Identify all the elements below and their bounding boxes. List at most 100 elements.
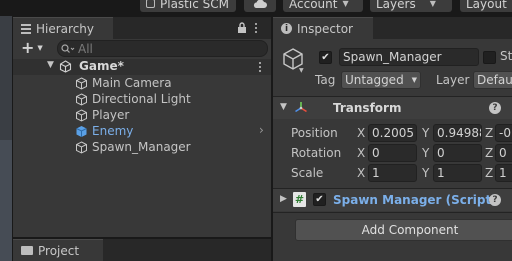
axis-z-label: Z [485, 146, 494, 160]
scale-y-field[interactable]: 1 [433, 164, 482, 182]
add-label: + [21, 38, 35, 57]
layers-dropdown[interactable]: Layers ▼ [370, 0, 452, 12]
scale-x-field[interactable]: 1 [368, 164, 417, 182]
scale-z-value: 1 [499, 166, 507, 180]
axis-x-label: X [357, 146, 366, 160]
rotation-z-field[interactable]: 0 [495, 144, 512, 162]
search-placeholder: All [78, 41, 93, 56]
list-item[interactable]: Player [13, 107, 283, 123]
scale-x-value: 1 [372, 166, 380, 180]
hierarchy-icon [21, 23, 31, 34]
script-enabled-checkbox[interactable]: ✔ [313, 193, 326, 206]
prefab-cube-icon [74, 124, 88, 138]
position-z-value: -0 [499, 126, 511, 140]
rotation-x-field[interactable]: 0 [368, 144, 417, 162]
axis-y-label: Y [422, 166, 430, 180]
gameobject-cube-icon [74, 108, 88, 122]
unity-scene-icon [59, 60, 72, 76]
project-tabbar: Project [13, 239, 271, 261]
position-x-field[interactable]: 0.2005 [368, 124, 417, 142]
plastic-scm-button[interactable]: Plastic SCM [140, 0, 236, 12]
position-z-field[interactable]: -0 [495, 124, 512, 142]
axis-z-label: Z [485, 166, 494, 180]
more-options-icon[interactable] [253, 23, 259, 33]
cloud-button[interactable] [244, 0, 276, 12]
static-label: St [500, 49, 512, 63]
list-item-label: Enemy [92, 124, 134, 138]
gameobject-cube-icon [74, 140, 88, 154]
position-x-value: 0.2005 [372, 126, 414, 140]
active-checkbox[interactable]: ✔ [319, 51, 332, 64]
hierarchy-tabbar: Hierarchy [13, 17, 271, 39]
tag-dropdown[interactable]: Untagged ▼ [341, 71, 421, 89]
object-name-value: Spawn_Manager [343, 50, 442, 64]
object-name-field[interactable]: Spawn_Manager [339, 48, 479, 66]
axis-x-label: X [357, 166, 366, 180]
rotation-x-value: 0 [372, 146, 380, 160]
list-item-selected[interactable]: Spawn_Manager [13, 139, 283, 155]
panel-splitter[interactable] [271, 17, 273, 261]
scale-y-value: 1 [437, 166, 445, 180]
layers-label: Layers [376, 0, 416, 11]
chevron-down-icon: ▼ [411, 76, 417, 84]
scene-view-edge-lower [0, 140, 12, 261]
axis-z-label: Z [485, 126, 494, 140]
help-icon[interactable]: ? [489, 194, 501, 206]
rotation-label: Rotation [291, 146, 342, 160]
tab-inspector-label: Inspector [297, 21, 353, 36]
layer-dropdown[interactable]: Defaul [473, 71, 512, 89]
cloud-icon [253, 0, 267, 8]
transform-title: Transform [333, 101, 402, 115]
gameobject-cube-icon [74, 92, 88, 106]
tab-hierarchy-label: Hierarchy [36, 21, 95, 36]
add-component-button[interactable]: Add Component [295, 219, 512, 241]
tab-project[interactable]: Project [13, 239, 103, 261]
layer-label: Layer [436, 73, 470, 87]
hierarchy-search-input[interactable]: All [57, 40, 268, 57]
layout-dropdown[interactable]: Layout [460, 0, 512, 12]
chevron-down-icon: ▼ [429, 0, 436, 8]
list-item-label: Directional Light [92, 92, 191, 106]
chevron-down-icon: ▼ [342, 0, 349, 8]
inspector-tabbar: i Inspector [273, 17, 512, 39]
list-item-label: Main Camera [92, 76, 172, 90]
expand-arrow-icon[interactable]: ▼ [280, 102, 287, 112]
axis-y-label: Y [422, 126, 430, 140]
scene-more-options-icon[interactable] [257, 62, 263, 72]
plastic-scm-label: Plastic SCM [160, 0, 229, 11]
inspector-panel: i Inspector ▼ ✔ Spawn_Manager St Tag Unt… [273, 17, 512, 261]
expand-arrow-icon[interactable]: ▼ [47, 60, 54, 70]
tag-label: Tag [315, 73, 336, 87]
transform-icon [293, 100, 309, 119]
plastic-scm-icon [146, 0, 155, 8]
list-item[interactable]: Main Camera [13, 75, 283, 91]
tab-project-label: Project [38, 243, 80, 258]
scale-z-field[interactable]: 1 [495, 164, 512, 182]
folder-icon [21, 246, 33, 255]
account-dropdown[interactable]: Account ▼ [283, 0, 363, 12]
scene-row[interactable]: ▼ Game* [13, 59, 271, 75]
rotation-y-field[interactable]: 0 [433, 144, 482, 162]
tab-inspector[interactable]: i Inspector [273, 17, 373, 39]
chevron-right-icon[interactable]: › [259, 123, 264, 137]
position-y-field[interactable]: 0.94988 [433, 124, 482, 142]
script-component-header[interactable]: ▶ # ✔ Spawn Manager (Script) ? [273, 189, 512, 211]
scale-label: Scale [291, 166, 324, 180]
transform-header[interactable]: ▼ Transform ? [273, 97, 512, 119]
hierarchy-add-button[interactable]: + ▼ [21, 39, 49, 57]
gameobject-cube-icon [74, 76, 88, 90]
lock-icon[interactable] [237, 22, 247, 37]
layout-label: Layout [466, 0, 507, 11]
rotation-y-value: 0 [437, 146, 445, 160]
script-title: Spawn Manager (Script) [333, 193, 497, 207]
csharp-script-icon: # [293, 192, 306, 207]
list-item[interactable]: Directional Light [13, 91, 283, 107]
list-item-prefab[interactable]: Enemy › [13, 123, 283, 139]
expand-arrow-icon[interactable]: ▶ [280, 194, 287, 204]
tab-hierarchy[interactable]: Hierarchy [13, 17, 113, 39]
static-checkbox[interactable] [483, 51, 496, 64]
account-label: Account [289, 0, 338, 11]
chevron-down-icon[interactable]: ▼ [299, 67, 304, 74]
help-icon[interactable]: ? [489, 102, 501, 114]
axis-x-label: X [357, 126, 366, 140]
